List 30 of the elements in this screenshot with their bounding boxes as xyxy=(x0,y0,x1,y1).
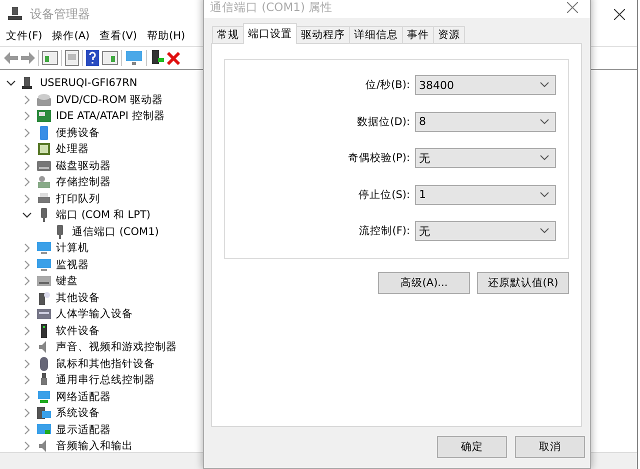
tree-item-label: 鼠标和其他指针设备 xyxy=(56,356,155,371)
tree-item-label: 端口 (COM 和 LPT) xyxy=(56,208,150,222)
tree-item-label: 显示适配器 xyxy=(56,422,111,437)
tree-item-label: 声音、视频和游戏控制器 xyxy=(56,340,177,354)
tree-item-label: 便携设备 xyxy=(56,126,100,140)
tree-item-label: DVD/CD-ROM 驱动器 xyxy=(56,92,163,107)
tree-item-label: 通用串行总线控制器 xyxy=(56,373,155,388)
tree-item-label: 人体学输入设备 xyxy=(56,307,133,322)
dialog-title: 通信端口 (COM1) 属性 xyxy=(210,0,333,14)
tree-item-label: 其他设备 xyxy=(56,290,100,305)
tree-item-label: 软件设备 xyxy=(56,324,100,338)
tree-item-label: 通信端口 (COM1) xyxy=(72,224,159,239)
window-title: 设备管理器 xyxy=(30,6,90,22)
tree-item-label: USERUQI-GFI67RN xyxy=(40,77,138,90)
tree-item-label: IDE ATA/ATAPI 控制器 xyxy=(56,109,165,124)
tree-item-label: 磁盘驱动器 xyxy=(56,158,111,173)
field-label: 奇偶校验(P): xyxy=(348,151,410,165)
tree-item-label: 网络适配器 xyxy=(56,390,111,404)
field-label: 流控制(F): xyxy=(359,224,410,238)
tree-item-label: 键盘 xyxy=(56,274,78,288)
tree-item-label: 存储控制器 xyxy=(56,175,111,190)
field-label: 停止位(S): xyxy=(358,188,410,202)
tree-item-label: 打印队列 xyxy=(56,192,100,206)
tree-item-label: 音频输入和输出 xyxy=(56,439,133,452)
field-label: 位/秒(B): xyxy=(366,78,410,92)
tree-item-label: 处理器 xyxy=(56,142,89,156)
tree-item-label: 监视器 xyxy=(56,258,89,272)
field-label: 数据位(D): xyxy=(357,114,410,128)
tree-item-label: 系统设备 xyxy=(56,406,100,420)
tree-item-label: 计算机 xyxy=(56,241,89,256)
